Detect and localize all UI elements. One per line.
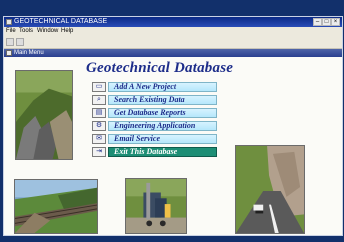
menu-bar: File Tools Window Help	[4, 27, 342, 36]
mdi-icon	[6, 50, 12, 56]
exit-database-label: Exit This Database	[108, 147, 217, 157]
exit-database-button[interactable]: ⇥ Exit This Database	[92, 147, 217, 157]
search-data-button[interactable]: ⌕ Search Existing Data	[92, 95, 217, 105]
open-icon[interactable]	[16, 38, 24, 46]
engineering-application-label: Engineering Application	[108, 121, 217, 131]
close-icon[interactable]: ×	[331, 18, 340, 26]
database-reports-button[interactable]: ▤ Get Database Reports	[92, 108, 217, 118]
rock-cut-road-photo	[235, 145, 305, 234]
email-service-label: Email Service	[108, 134, 217, 144]
minimize-icon[interactable]: –	[313, 18, 322, 26]
window-title: GEOTECHNICAL DATABASE	[14, 18, 108, 25]
toolbar	[4, 36, 342, 49]
mdi-window-titlebar[interactable]: Main Menu	[4, 49, 342, 57]
menu-help[interactable]: Help	[61, 27, 73, 36]
drilling-rig-photo	[125, 178, 187, 234]
page-title: Geotechnical Database	[86, 60, 234, 76]
search-data-label: Search Existing Data	[108, 95, 217, 105]
maximize-icon[interactable]: □	[322, 18, 331, 26]
save-icon[interactable]	[6, 38, 14, 46]
add-project-button[interactable]: ▭ Add A New Project	[92, 82, 217, 92]
database-reports-label: Get Database Reports	[108, 108, 217, 118]
menu-tools[interactable]: Tools	[19, 27, 33, 36]
engineering-application-button[interactable]: ⚙ Engineering Application	[92, 121, 217, 131]
exit-icon: ⇥	[92, 147, 106, 157]
menu-window[interactable]: Window	[37, 27, 58, 36]
app-icon	[6, 19, 12, 25]
menu-file[interactable]: File	[6, 27, 16, 36]
engineering-icon: ⚙	[92, 121, 106, 131]
mail-icon: ✉	[92, 134, 106, 144]
landslide-photo	[15, 70, 73, 160]
window-titlebar[interactable]: GEOTECHNICAL DATABASE – □ ×	[4, 17, 342, 27]
railway-photo	[14, 179, 98, 234]
main-content: Geotechnical Database ▭ Add A New Projec…	[4, 57, 342, 235]
reports-icon: ▤	[92, 108, 106, 118]
add-project-label: Add A New Project	[108, 82, 217, 92]
email-service-button[interactable]: ✉ Email Service	[92, 134, 217, 144]
search-icon: ⌕	[92, 95, 106, 105]
page-icon: ▭	[92, 82, 106, 92]
mdi-window-title: Main Menu	[14, 50, 44, 56]
application-window: GEOTECHNICAL DATABASE – □ × File Tools W…	[3, 16, 343, 236]
